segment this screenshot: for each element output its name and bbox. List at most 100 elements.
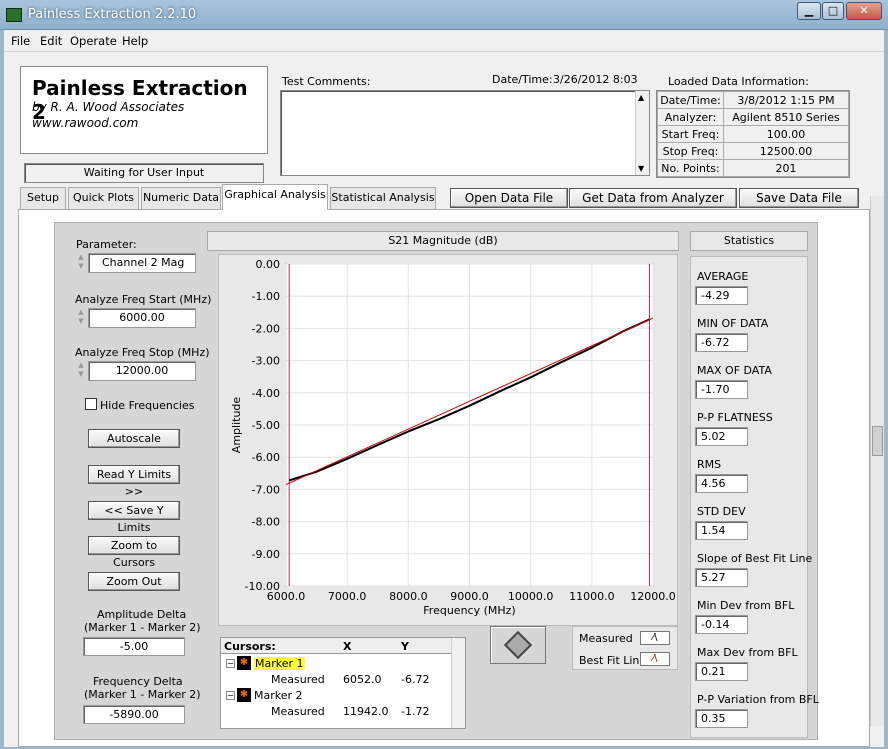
tab-quick-plots[interactable]: Quick Plots (68, 187, 139, 209)
stat-label: Min Dev from BFL (697, 599, 795, 612)
loaded-value: 3/8/2012 1:15 PM (723, 91, 849, 109)
cursors-col-x: X (343, 640, 352, 653)
tab-statistical-analysis[interactable]: Statistical Analysis (330, 187, 436, 209)
maximize-button[interactable]: □ (822, 2, 844, 20)
collapse-icon[interactable]: − (226, 691, 235, 700)
stat-label: Max Dev from BFL (697, 646, 798, 659)
loaded-value: 100.00 (723, 125, 849, 143)
marker-2-y: -1.72 (401, 705, 430, 718)
stat-label: AVERAGE (697, 270, 749, 283)
stat-label: MAX OF DATA (697, 364, 772, 377)
stat-value: 1.54 (695, 521, 748, 540)
datetime-label: Date/Time: (492, 73, 553, 86)
autoscale-button[interactable]: Autoscale (88, 429, 180, 448)
parameter-spinner-icon[interactable]: ▲ ▼ (76, 253, 86, 273)
zoom-to-cursors-button[interactable]: Zoom to Cursors (88, 536, 180, 569)
loaded-key: Start Freq: (657, 125, 724, 143)
loaded-key: Stop Freq: (657, 142, 724, 160)
comments-scrollbar[interactable]: ▲ ▼ (635, 91, 649, 175)
y-tick-label: -9.00 (252, 548, 280, 561)
loaded-data-table: Date/Time: 3/8/2012 1:15 PM Analyzer: Agil… (656, 90, 850, 178)
stop-freq-spinner-icon[interactable]: ▲ ▼ (76, 361, 86, 381)
close-button[interactable]: ✕ (846, 2, 882, 20)
y-tick-label: -4.00 (252, 387, 280, 400)
legend-measured-swatch[interactable]: ⁄\ (640, 631, 670, 645)
scroll-up-icon[interactable]: ▲ (638, 93, 644, 102)
save-data-file-button[interactable]: Save Data File (739, 188, 859, 208)
x-tick-label: 12000.0 (630, 590, 676, 603)
tab-setup[interactable]: Setup (20, 187, 66, 209)
read-y-limits-button[interactable]: Read Y Limits >> (88, 465, 180, 498)
hide-frequencies-label: Hide Frequencies (100, 399, 195, 412)
statistics-title: Statistics (723, 234, 775, 247)
tab-graphical-analysis[interactable]: Graphical Analysis (222, 184, 328, 210)
start-freq-input[interactable]: 6000.00 (88, 308, 196, 328)
start-freq-label: Analyze Freq Start (MHz) (75, 293, 212, 306)
app-icon (6, 8, 22, 22)
menu-operate[interactable]: Operate (70, 34, 117, 48)
x-axis-label: Frequency (MHz) (423, 604, 515, 617)
stat-value: -0.14 (695, 615, 748, 634)
loaded-value: 201 (723, 159, 849, 177)
legend-measured-label: Measured (579, 632, 633, 645)
frequency-delta-label: Frequency Delta (93, 675, 183, 688)
parameter-label: Parameter: (76, 238, 137, 251)
menu-bar: File Edit Operate Help (4, 30, 884, 52)
y-tick-label: -8.00 (252, 516, 280, 529)
marker-1-label[interactable]: Marker 1 (254, 657, 305, 670)
cursors-col-y: Y (401, 640, 409, 653)
marker-1-icon: ✱ (237, 656, 251, 670)
start-freq-spinner-icon[interactable]: ▲ ▼ (76, 308, 86, 328)
y-tick-label: -6.00 (252, 451, 280, 464)
s21-chart[interactable]: 6000.0 7000.0 8000.0 9000.0 10000.0 11000.0 12… (218, 254, 678, 626)
cursor-move-button[interactable] (490, 626, 546, 664)
y-tick-label: -2.00 (252, 322, 280, 335)
diamond-arrows-icon (503, 630, 533, 660)
comments-label: Test Comments: (282, 75, 371, 88)
zoom-out-button[interactable]: Zoom Out (88, 572, 180, 591)
scroll-down-icon[interactable]: ▼ (638, 164, 644, 173)
loaded-key: Date/Time: (657, 91, 724, 109)
menu-file[interactable]: File (11, 34, 30, 48)
y-tick-label: 0.00 (256, 258, 281, 271)
loaded-key: Analyzer: (657, 108, 724, 126)
loaded-row: No. Points: 201 (657, 159, 849, 177)
cursors-table[interactable]: Cursors: X Y − ✱ Marker 1 Measured 6052.… (220, 637, 466, 729)
amplitude-delta-sublabel: (Marker 1 - Marker 2) (84, 621, 201, 634)
window-title: Painless Extraction 2.2.10 (28, 7, 197, 22)
status-display: Waiting for User Input (24, 163, 264, 183)
cursors-scrollbar[interactable] (451, 638, 465, 728)
byline: by R. A. Wood Associates (32, 100, 185, 114)
loaded-row: Date/Time: 3/8/2012 1:15 PM (657, 91, 849, 109)
stop-freq-label: Analyze Freq Stop (MHz) (75, 346, 210, 359)
marker-2-label[interactable]: Marker 2 (254, 689, 303, 702)
hide-frequencies-checkbox[interactable] (85, 398, 97, 410)
x-tick-label: 8000.0 (389, 590, 428, 603)
stat-value: -4.29 (695, 286, 748, 305)
marker-1-x: 6052.0 (343, 673, 382, 686)
loaded-row: Start Freq: 100.00 (657, 125, 849, 143)
scroll-thumb[interactable] (872, 426, 883, 456)
x-tick-label: 10000.0 (508, 590, 553, 603)
get-data-from-analyzer-button[interactable]: Get Data from Analyzer (569, 188, 737, 208)
comments-textarea[interactable]: ▲ ▼ (280, 90, 650, 176)
window-scrollbar[interactable] (870, 196, 884, 726)
loaded-value: Agilent 8510 Series (723, 108, 849, 126)
stat-label: RMS (697, 458, 722, 471)
tab-numeric-data[interactable]: Numeric Data (141, 187, 221, 209)
loaded-value: 12500.00 (723, 142, 849, 160)
open-data-file-button[interactable]: Open Data File (450, 188, 568, 208)
menu-help[interactable]: Help (122, 34, 148, 48)
minimize-button[interactable]: ▁ (797, 2, 821, 20)
collapse-icon[interactable]: − (226, 659, 235, 668)
parameter-select[interactable]: Channel 2 Mag (88, 253, 196, 273)
legend-bfl-label: Best Fit Line (579, 654, 647, 667)
legend-bfl-swatch[interactable]: ⁄\ (640, 652, 670, 666)
stop-freq-input[interactable]: 12000.00 (88, 361, 196, 381)
y-tick-label: -10.00 (245, 580, 280, 593)
menu-edit[interactable]: Edit (40, 34, 62, 48)
save-y-limits-button[interactable]: << Save Y Limits (88, 501, 180, 534)
stat-value: -1.70 (695, 380, 748, 399)
marker-2-icon: ✱ (237, 688, 251, 702)
frequency-delta-sublabel: (Marker 1 - Marker 2) (84, 688, 201, 701)
